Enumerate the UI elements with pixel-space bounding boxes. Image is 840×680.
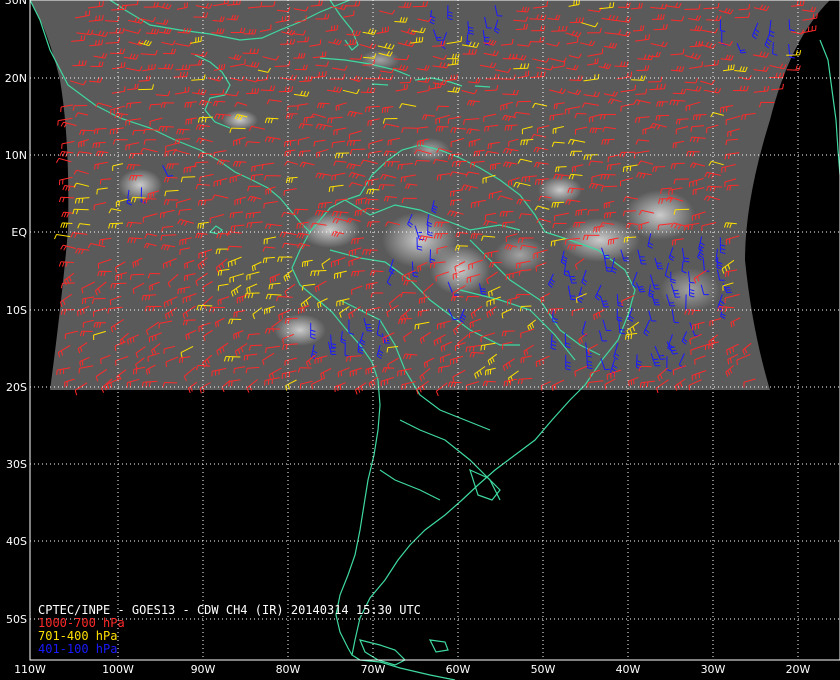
longitude-label: 80W (276, 663, 301, 676)
longitude-label: 40W (616, 663, 641, 676)
cloud-patch (118, 169, 162, 201)
longitude-label: 20W (786, 663, 811, 676)
cloud-patch (274, 314, 326, 346)
longitude-label: 100W (102, 663, 134, 676)
borders-patagonia (379, 469, 441, 501)
longitude-label: 50W (531, 663, 556, 676)
latitude-label: 40S (6, 535, 27, 548)
longitude-label: 60W (446, 663, 471, 676)
latitude-label: 50S (6, 613, 27, 626)
latitude-label: EQ (11, 226, 27, 239)
latitude-label: 10N (5, 149, 27, 162)
legend-401-100-hpa: 401-100 hPa (38, 642, 118, 656)
latitude-labels: 30N 20N 10N EQ 10S 20S 30S 40S 50S (5, 0, 28, 626)
cloud-patch (300, 212, 360, 248)
wind-vector-map: 30N 20N 10N EQ 10S 20S 30S 40S 50S 110W 100W 90W 80… (0, 0, 840, 680)
latitude-label: 20S (6, 381, 27, 394)
cloud-patch (430, 245, 490, 295)
wind-barb (786, 65, 801, 71)
latitude-label: 20N (5, 72, 27, 85)
cloud-patch (538, 176, 582, 204)
longitude-label: 110W (14, 663, 46, 676)
longitude-label: 30W (701, 663, 726, 676)
longitude-label: 90W (191, 663, 216, 676)
longitude-labels: 110W 100W 90W 80W 70W 60W 50W 40W 30W 20W (14, 663, 810, 676)
latitude-label: 30S (6, 458, 27, 471)
falklands (428, 639, 449, 653)
latitude-label: 30N (5, 0, 27, 7)
map-canvas: 30N 20N 10N EQ 10S 20S 30S 40S 50S 110W 100W 90W 80… (5, 0, 840, 680)
cloud-patch (625, 190, 695, 240)
longitude-label: 70W (361, 663, 386, 676)
latitude-label: 10S (6, 304, 27, 317)
